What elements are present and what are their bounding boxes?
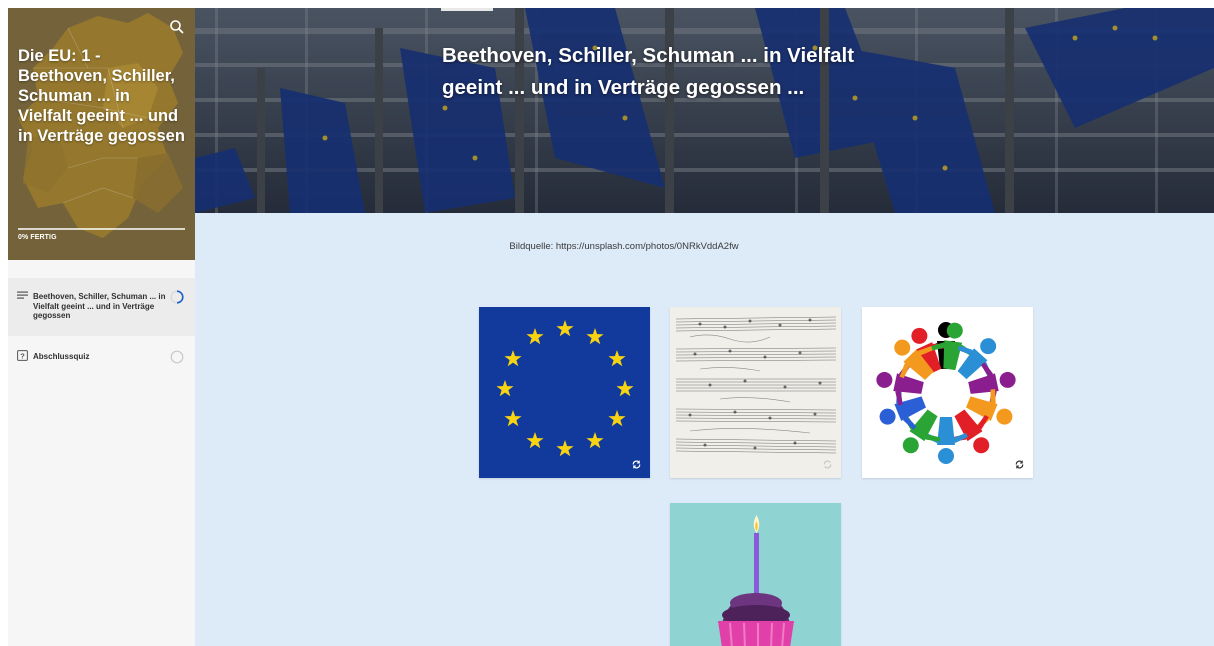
lines-icon <box>17 291 28 299</box>
course-progress-bar <box>18 228 185 230</box>
sidebar-item-label: Beethoven, Schiller, Schuman ... in Viel… <box>33 292 166 320</box>
flashcard-people-circle[interactable] <box>862 307 1033 478</box>
image-source-caption: Bildquelle: https://unsplash.com/photos/… <box>509 241 739 252</box>
progress-ring-icon <box>170 290 184 304</box>
status-circle-icon <box>170 350 184 364</box>
lesson-content: Bildquelle: https://unsplash.com/photos/… <box>195 213 1214 646</box>
people-circle-image <box>862 307 1033 478</box>
lesson-title: Beethoven, Schiller, Schuman ... in Viel… <box>442 44 855 99</box>
svg-text:?: ? <box>20 351 25 360</box>
app-frame: Die EU: 1 - Beethoven, Schiller, Schuman… <box>8 8 1214 646</box>
flashcard-eu-flag[interactable] <box>479 307 650 478</box>
flip-icon[interactable] <box>822 459 833 470</box>
lesson-hero: Beethoven, Schiller, Schuman ... in Viel… <box>195 8 1214 213</box>
flip-icon[interactable] <box>631 459 642 470</box>
flashcard-cupcake[interactable] <box>670 503 841 646</box>
flip-icon[interactable] <box>1014 459 1025 470</box>
flashcard-music-score[interactable] <box>670 307 841 478</box>
eu-flags-background <box>195 8 1214 213</box>
course-title: Die EU: 1 - Beethoven, Schiller, Schuman… <box>18 47 185 145</box>
music-score-image <box>670 307 841 478</box>
cupcake-image <box>670 503 841 646</box>
sidebar-item-quiz[interactable]: ? Abschlussquiz <box>8 338 195 370</box>
course-progress-label: 0% FERTIG <box>18 234 57 241</box>
course-sidebar: Die EU: 1 - Beethoven, Schiller, Schuman… <box>8 8 195 646</box>
sidebar-item-label: Abschlussquiz <box>33 352 90 361</box>
eu-flag-image <box>479 307 650 478</box>
course-header: Die EU: 1 - Beethoven, Schiller, Schuman… <box>8 8 195 260</box>
search-icon[interactable] <box>168 18 186 36</box>
sidebar-item-lesson[interactable]: Beethoven, Schiller, Schuman ... in Viel… <box>8 278 195 336</box>
hero-tab-indicator <box>441 8 493 11</box>
quiz-icon: ? <box>17 350 28 361</box>
